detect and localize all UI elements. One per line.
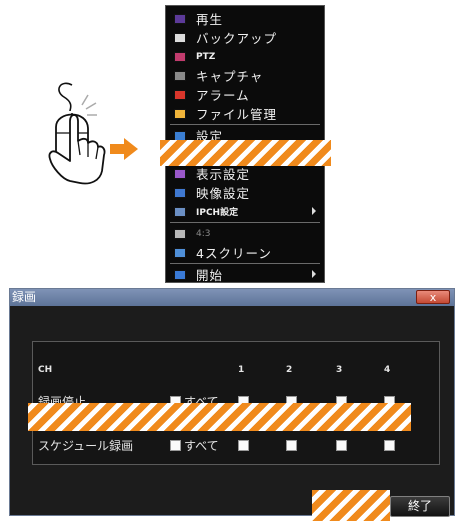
- aspect-icon: [174, 228, 186, 239]
- alarm-icon: [174, 89, 186, 100]
- dialog-title: 録画: [12, 290, 37, 304]
- menu-item-label: バックアップ: [196, 31, 278, 46]
- menu-item-label: 4:3: [196, 228, 211, 239]
- menu-item-camera[interactable]: キャプチャ: [170, 66, 320, 85]
- quad-screen-icon: [174, 247, 186, 258]
- row-label: スケジュール録画: [38, 439, 134, 453]
- channel-checkbox-1[interactable]: [238, 440, 249, 451]
- menu-item-display[interactable]: 表示設定: [170, 164, 320, 183]
- menu-item-backup[interactable]: バックアップ: [170, 28, 320, 47]
- menu-item-aspect[interactable]: 4:3: [170, 224, 320, 243]
- channel-checkbox-4[interactable]: [384, 440, 395, 451]
- video-icon: [174, 187, 186, 198]
- menu-item-video[interactable]: 映像設定: [170, 183, 320, 202]
- menu-item-label: 4スクリーン: [196, 246, 272, 261]
- mouse-click-illustration: [48, 82, 106, 185]
- cancel-button[interactable]: 終了: [390, 496, 450, 517]
- menu-item-label: キャプチャ: [196, 69, 264, 84]
- close-button[interactable]: x: [416, 290, 450, 304]
- menu-item-label: PTZ: [196, 51, 216, 62]
- manual-row-highlight-frame: [28, 403, 411, 431]
- ipch-icon: [174, 206, 186, 217]
- channel-header-4: 4: [384, 365, 391, 375]
- ok-button-highlight-frame: [312, 490, 390, 521]
- backup-icon: [174, 32, 186, 43]
- menu-item-label: IPCH設定: [196, 208, 239, 218]
- menu-item-label: 表示設定: [196, 167, 251, 182]
- submenu-arrow-icon: [312, 270, 316, 278]
- submenu-arrow-icon: [312, 207, 316, 215]
- menu-item-ipch[interactable]: IPCH設定: [170, 202, 320, 221]
- menu-separator: [170, 222, 320, 223]
- channel-checkbox-3[interactable]: [336, 440, 347, 451]
- channel-header-2: 2: [286, 365, 293, 375]
- menu-item-label: 開始: [196, 268, 224, 283]
- menu-item-label: ファイル管理: [196, 107, 278, 122]
- menu-item-quad-screen[interactable]: 4スクリーン: [170, 243, 320, 262]
- display-icon: [174, 168, 186, 179]
- channel-header-1: 1: [238, 365, 245, 375]
- menu-highlight-frame: [160, 140, 331, 166]
- menu-item-ptz[interactable]: PTZ: [170, 47, 320, 66]
- menu-item-play[interactable]: 再生: [170, 9, 320, 28]
- close-icon: x: [429, 291, 437, 304]
- menu-item-alarm[interactable]: アラーム: [170, 85, 320, 104]
- menu-item-label: 再生: [196, 12, 224, 27]
- menu-item-start[interactable]: 開始: [170, 265, 320, 284]
- all-label: すべて: [184, 439, 219, 453]
- camera-icon: [174, 70, 186, 81]
- play-icon: [174, 13, 186, 24]
- ptz-icon: [174, 51, 186, 62]
- channel-checkbox-2[interactable]: [286, 440, 297, 451]
- menu-separator: [170, 124, 320, 125]
- menu-item-folder[interactable]: ファイル管理: [170, 104, 320, 123]
- menu-item-label: アラーム: [196, 88, 250, 103]
- dialog-titlebar: 録画 x: [10, 289, 454, 306]
- menu-separator: [170, 263, 320, 264]
- folder-icon: [174, 108, 186, 119]
- all-checkbox[interactable]: [170, 440, 181, 451]
- channel-header-3: 3: [336, 365, 343, 375]
- arrow-right-icon: [110, 138, 138, 160]
- ch-header: CH: [38, 365, 53, 375]
- start-icon: [174, 269, 186, 280]
- menu-item-label: 映像設定: [196, 186, 251, 201]
- record-dialog: 録画 x CH 1 2 3 4 録画停止すべて手動✔すべて✔✔✔✔スケジュール録…: [9, 288, 455, 517]
- settings-icon: [174, 130, 186, 141]
